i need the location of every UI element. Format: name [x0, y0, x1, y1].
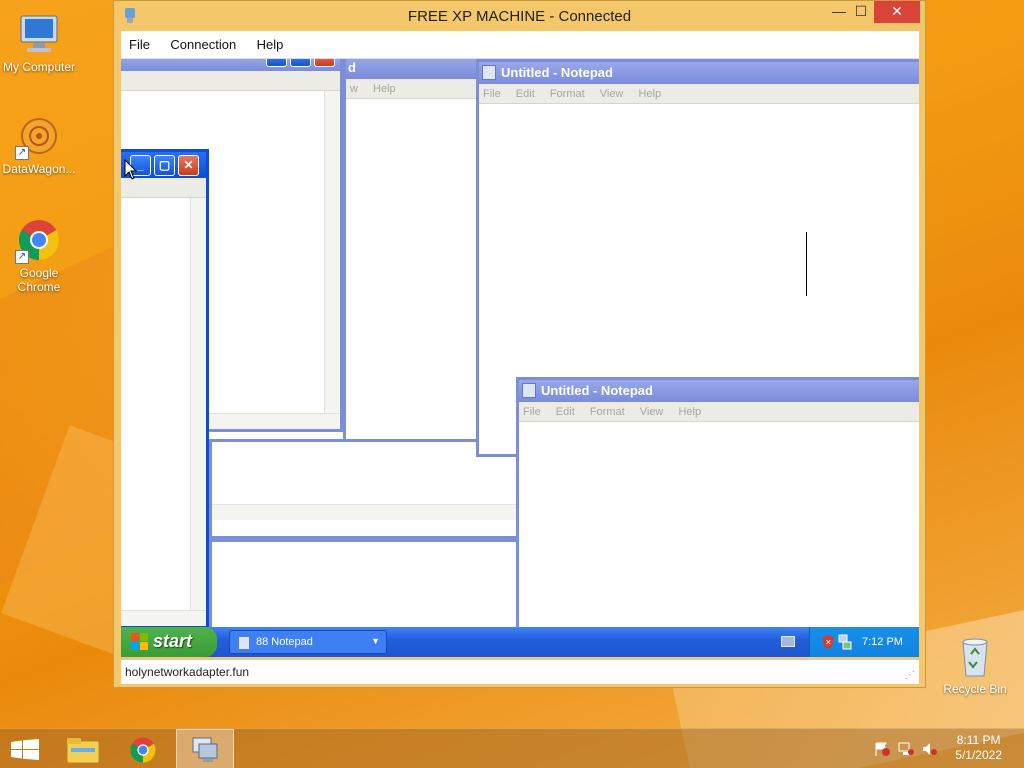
desktop-icon-label: My Computer [2, 60, 76, 74]
xp-taskbar-button-label: 88 Notepad [256, 636, 313, 648]
xp-window-titlebar[interactable]: d [346, 59, 480, 79]
volume-muted-icon[interactable] [922, 742, 938, 756]
recycle-bin-icon [951, 632, 999, 680]
action-center-flag-icon[interactable] [874, 742, 890, 756]
notepad-menu-help[interactable]: Help [638, 88, 661, 100]
vertical-scrollbar[interactable] [324, 91, 340, 429]
taskbar-remote-desktop[interactable] [176, 729, 234, 768]
remote-desktop-window: FREE XP MACHINE - Connected — ☐ ✕ File C… [113, 0, 926, 688]
xp-minimize-button[interactable] [266, 59, 287, 67]
xp-taskbar-button-notepad[interactable]: 88 Notepad ▼ [229, 630, 387, 654]
menu-bar: File Connection Help [121, 31, 919, 59]
shortcut-arrow-icon: ↗ [15, 146, 29, 160]
security-shield-icon[interactable]: ✕ [822, 635, 834, 649]
window-title: FREE XP MACHINE - Connected [407, 8, 632, 25]
desktop-icon-label: Google Chrome [17, 266, 61, 294]
notepad-menu-view[interactable]: View [640, 406, 664, 418]
svg-text:✕: ✕ [825, 638, 832, 647]
notepad-icon [522, 383, 536, 398]
taskbar-file-explorer[interactable] [54, 729, 112, 768]
shortcut-arrow-icon: ↗ [15, 250, 29, 264]
menu-help[interactable]: Help [249, 31, 292, 52]
notepad-menu-format[interactable]: Format [550, 88, 585, 100]
notepad-menu-help[interactable]: Help [678, 406, 701, 418]
desktop-icon-label: Recycle Bin [943, 682, 1007, 696]
datawagon-icon: ↗ [15, 112, 63, 160]
text-cursor [806, 232, 807, 296]
clock-time: 8:11 PM [956, 733, 1001, 747]
desktop-icon-recycle-bin[interactable]: Recycle Bin [936, 632, 1014, 696]
xp-window-title: d [348, 60, 356, 75]
xp-window-active[interactable]: _ ▢ ✕ [121, 149, 209, 629]
notepad-title: Untitled - Notepad [501, 65, 613, 80]
vertical-scrollbar[interactable] [190, 198, 206, 626]
file-explorer-icon [66, 738, 100, 764]
status-host: holynetworkadapter.fun [125, 665, 250, 679]
xp-maximize-button[interactable]: ▢ [154, 155, 175, 176]
taskbar: 8:11 PM 5/1/2022 [0, 728, 1024, 768]
notepad-menu-format[interactable]: Format [590, 406, 625, 418]
chrome-icon [130, 737, 156, 763]
notepad-menu-bar: File Edit Format View Help [519, 402, 919, 422]
xp-menu-bar [121, 178, 206, 198]
taskbar-clock[interactable]: 8:11 PM 5/1/2022 [955, 733, 1002, 763]
close-button[interactable]: ✕ [874, 1, 920, 23]
notepad-menu-file[interactable]: File [523, 406, 541, 418]
chevron-down-icon: ▼ [371, 636, 380, 646]
xp-window-titlebar[interactable] [121, 59, 340, 71]
menu-connection[interactable]: Connection [162, 31, 244, 52]
notepad-window[interactable]: Untitled - Notepad File Edit Format View… [516, 377, 919, 637]
network-icon[interactable] [898, 742, 914, 756]
notepad-icon [238, 636, 250, 650]
taskbar-chrome[interactable] [114, 729, 172, 768]
window-titlebar[interactable]: FREE XP MACHINE - Connected — ☐ ✕ [114, 1, 925, 31]
menu-help[interactable]: Help [373, 83, 396, 95]
xp-window-partial[interactable]: d w Help [343, 59, 483, 444]
desktop-icon-label: DataWagon... [2, 162, 76, 176]
maximize-button[interactable]: ☐ [844, 1, 878, 23]
notepad-menu-edit[interactable]: Edit [516, 88, 535, 100]
desktop-icon-my-computer[interactable]: My Computer [0, 10, 78, 74]
remote-desktop-icon [192, 737, 218, 762]
xp-maximize-button[interactable] [290, 59, 311, 67]
xp-close-button[interactable] [314, 59, 335, 67]
network-icon[interactable] [838, 634, 852, 650]
xp-start-button[interactable]: start [121, 627, 217, 657]
horizontal-scrollbar[interactable] [121, 610, 206, 626]
windows-flag-icon [131, 633, 148, 650]
notepad-titlebar[interactable]: Untitled - Notepad [519, 380, 919, 402]
xp-menu-bar: w Help [346, 79, 480, 99]
notepad-menu-file[interactable]: File [483, 88, 501, 100]
notepad-menu-edit[interactable]: Edit [556, 406, 575, 418]
keyboard-icon[interactable] [781, 636, 795, 647]
status-bar: holynetworkadapter.fun ⋰ [121, 659, 919, 684]
desktop-icon-datawagon[interactable]: ↗ DataWagon... [0, 112, 78, 176]
notepad-icon [482, 65, 496, 80]
notepad-titlebar[interactable]: Untitled - Notepad [479, 62, 919, 84]
start-icon [11, 739, 39, 760]
chrome-icon: ↗ [15, 216, 63, 264]
xp-taskbar: start 88 Notepad ▼ ✕ 7:12 PM [121, 627, 919, 657]
xp-close-button[interactable]: ✕ [178, 155, 199, 176]
remote-screen[interactable]: d w Help _ ▢ ✕ Untitled - Notepad File E… [121, 59, 919, 657]
xp-text-area[interactable] [121, 198, 206, 626]
menu-file[interactable]: File [121, 31, 158, 52]
xp-start-label: start [153, 631, 193, 651]
resize-grip-icon[interactable]: ⋰ [905, 670, 915, 681]
menu-view[interactable]: w [350, 83, 358, 95]
mouse-cursor-icon [124, 159, 138, 180]
notepad-menu-view[interactable]: View [600, 88, 624, 100]
xp-window-partial[interactable] [209, 539, 529, 639]
xp-system-tray: ✕ 7:12 PM [809, 627, 919, 657]
xp-menu-bar [121, 71, 340, 91]
my-computer-icon [15, 10, 63, 58]
clock-date: 5/1/2022 [955, 748, 1002, 762]
xp-clock: 7:12 PM [862, 636, 903, 648]
notepad-title: Untitled - Notepad [541, 383, 653, 398]
horizontal-scrollbar[interactable] [212, 504, 526, 520]
desktop-icon-google-chrome[interactable]: ↗ Google Chrome [0, 216, 78, 294]
notepad-text-area[interactable] [519, 422, 919, 634]
start-button[interactable] [0, 729, 58, 768]
notepad-menu-bar: File Edit Format View Help [479, 84, 919, 104]
